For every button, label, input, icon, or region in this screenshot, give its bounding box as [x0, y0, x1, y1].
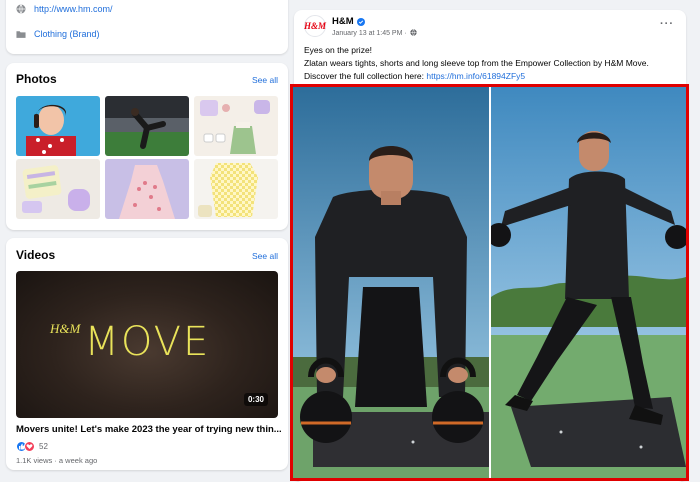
- photos-card: Photos See all: [6, 63, 288, 230]
- category-row[interactable]: Clothing (Brand): [16, 29, 100, 39]
- videos-see-all-link[interactable]: See all: [252, 251, 278, 261]
- website-link[interactable]: http://www.hm.com/: [34, 4, 113, 14]
- photos-see-all-link[interactable]: See all: [252, 75, 278, 85]
- love-reaction-icon: [24, 441, 35, 452]
- photo-thumb-baby-clothes[interactable]: [194, 96, 278, 156]
- video-reactions[interactable]: 52: [16, 441, 48, 452]
- post-text-line2: Zlatan wears tights, shorts and long sle…: [304, 58, 649, 68]
- post-image-pushup[interactable]: [293, 87, 489, 478]
- post-media-highlight: [290, 84, 689, 481]
- photo-thumb-stadium[interactable]: [105, 96, 189, 156]
- intro-card: http://www.hm.com/ Clothing (Brand): [6, 0, 288, 54]
- post-text-line1: Eyes on the prize!: [304, 45, 373, 55]
- video-logo-brand: H&M: [50, 321, 81, 336]
- folder-icon: [16, 29, 26, 39]
- globe-icon: [16, 4, 26, 14]
- hm-move-logo: H&M MOVE: [50, 319, 210, 365]
- post-author[interactable]: H&M: [332, 16, 365, 27]
- website-row[interactable]: http://www.hm.com/: [16, 4, 113, 14]
- photo-thumb-floral-dress[interactable]: [105, 159, 189, 219]
- post-card: H&M H&M January 13 at 1:45 PM · ··· Eyes…: [290, 10, 689, 482]
- video-duration-badge: 0:30: [243, 393, 268, 406]
- photo-thumb-yellow-check[interactable]: [194, 159, 278, 219]
- video-thumbnail[interactable]: H&M MOVE 0:30: [16, 271, 278, 418]
- reaction-count: 52: [39, 442, 48, 451]
- collection-link[interactable]: https://hm.info/61894ZFy5: [426, 71, 525, 81]
- videos-title: Videos: [16, 248, 56, 262]
- post-more-options-icon[interactable]: ···: [660, 18, 674, 30]
- public-globe-icon: [410, 29, 417, 38]
- post-text-line3-prefix: Discover the full collection here:: [304, 71, 427, 81]
- photo-thumb-lilac-clothes[interactable]: [16, 159, 100, 219]
- photos-title: Photos: [16, 72, 57, 86]
- post-text-line3: Discover the full collection here: https…: [304, 71, 525, 81]
- post-author-name[interactable]: H&M: [332, 16, 354, 27]
- hm-avatar[interactable]: H&M: [304, 15, 326, 37]
- video-caption[interactable]: Movers unite! Let's make 2023 the year o…: [16, 424, 282, 435]
- photo-thumb-baby[interactable]: [16, 96, 100, 156]
- verified-badge-icon: [356, 17, 365, 26]
- videos-card: Videos See all H&M MOVE 0:30 Movers unit…: [6, 238, 288, 470]
- video-meta: 1.1K views · a week ago: [16, 456, 98, 465]
- post-image-lunge[interactable]: [491, 87, 686, 478]
- post-timestamp-text[interactable]: January 13 at 1:45 PM ·: [332, 30, 407, 37]
- category-link[interactable]: Clothing (Brand): [34, 29, 100, 39]
- post-timestamp[interactable]: January 13 at 1:45 PM ·: [332, 29, 417, 38]
- video-logo-word: MOVE: [84, 319, 211, 365]
